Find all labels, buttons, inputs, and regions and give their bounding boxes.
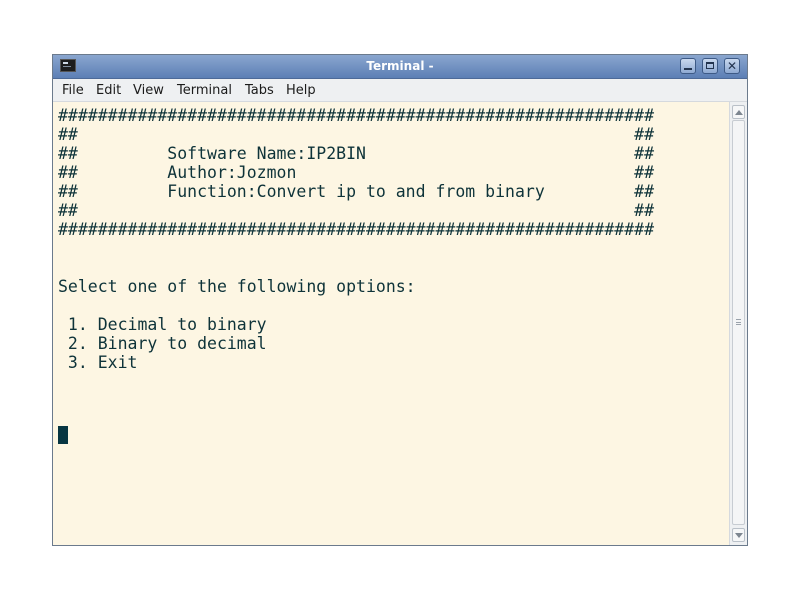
scroll-down-button[interactable] xyxy=(732,528,745,542)
menu-help[interactable]: Help xyxy=(286,83,316,98)
menu-edit[interactable]: Edit xyxy=(96,83,121,98)
terminal-line: 3. Exit xyxy=(58,353,138,372)
scrollbar-thumb[interactable] xyxy=(732,120,745,525)
menu-bar: File Edit View Terminal Tabs Help xyxy=(53,79,747,102)
terminal-line: ########################################… xyxy=(58,106,655,125)
minimize-button[interactable] xyxy=(680,58,696,74)
terminal-line: Select one of the following options: xyxy=(58,277,416,296)
terminal-line: ## ## xyxy=(58,125,655,144)
minimize-icon xyxy=(684,68,692,70)
menu-view[interactable]: View xyxy=(133,83,164,98)
terminal-window: Terminal - ✕ File Edit View Terminal Tab… xyxy=(52,54,748,546)
terminal-output[interactable]: ########################################… xyxy=(53,102,729,545)
window-title: Terminal - xyxy=(366,59,434,73)
arrow-up-icon xyxy=(735,110,743,115)
terminal-line: ## ## xyxy=(58,201,655,220)
arrow-down-icon xyxy=(735,533,743,538)
terminal-text: ########################################… xyxy=(58,106,654,372)
terminal-line: ## Software Name:IP2BIN ## xyxy=(58,144,655,163)
maximize-icon xyxy=(706,62,714,69)
text-cursor xyxy=(58,426,68,444)
grip-icon xyxy=(736,319,741,325)
vertical-scrollbar[interactable] xyxy=(729,102,747,545)
terminal-line: 2. Binary to decimal xyxy=(58,334,267,353)
menu-file[interactable]: File xyxy=(62,83,84,98)
terminal-line: ## Author:Jozmon ## xyxy=(58,163,655,182)
menu-tabs[interactable]: Tabs xyxy=(245,83,274,98)
terminal-line: ########################################… xyxy=(58,220,655,239)
maximize-button[interactable] xyxy=(702,58,718,74)
close-button[interactable]: ✕ xyxy=(724,58,740,74)
menu-terminal[interactable]: Terminal xyxy=(177,83,232,98)
terminal-line: ## Function:Convert ip to and from binar… xyxy=(58,182,655,201)
scroll-up-button[interactable] xyxy=(732,105,745,119)
close-icon: ✕ xyxy=(726,59,738,73)
terminal-line: 1. Decimal to binary xyxy=(58,315,267,334)
title-bar[interactable]: Terminal - ✕ xyxy=(53,55,747,79)
